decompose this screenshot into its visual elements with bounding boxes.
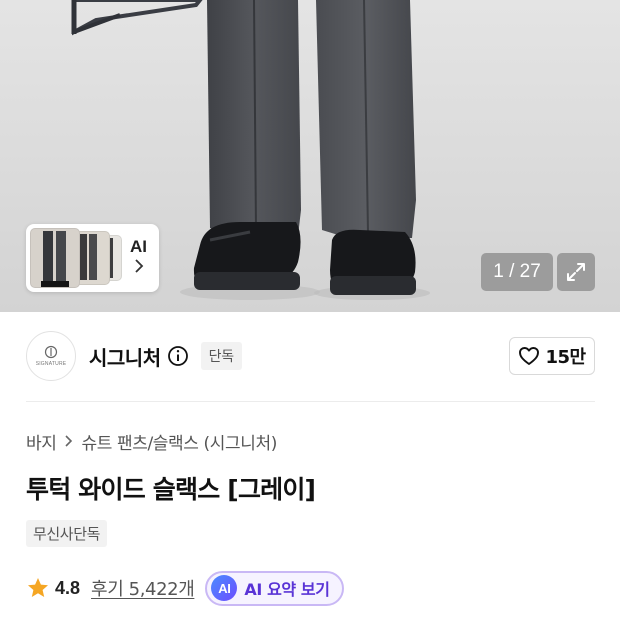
thumbnail-stack (30, 228, 122, 288)
expand-button[interactable] (557, 253, 595, 291)
breadcrumb-item-category[interactable]: 바지 (26, 429, 57, 454)
chevron-right-icon (64, 434, 73, 448)
like-button[interactable]: 15만 (509, 337, 595, 375)
breadcrumb: 바지 슈트 팬츠/슬랙스 (시그니처) (26, 429, 277, 454)
ai-badge-icon: AI (211, 575, 238, 601)
divider (26, 401, 595, 402)
star-icon (28, 578, 48, 597)
review-count-link[interactable]: 후기 5,422개 (91, 575, 195, 601)
brand-logo[interactable]: SIGNATURE (26, 331, 76, 381)
product-title: 투턱 와이드 슬랙스 [그레이] (26, 475, 316, 504)
ai-image-thumbnail-button[interactable]: AI (26, 224, 159, 292)
ai-summary-label: AI 요약 보기 (244, 580, 330, 599)
thumbnail-image (30, 228, 80, 288)
brand-logo-text: SIGNATURE (35, 361, 67, 367)
rating-score: 4.8 (55, 577, 81, 598)
brand-row: SIGNATURE 시그니처 단독 15만 (26, 330, 595, 382)
like-count: 15만 (545, 347, 586, 368)
brand-logo-mark-icon (44, 345, 58, 359)
ai-summary-button[interactable]: AI AI 요약 보기 (205, 570, 344, 606)
image-counter: 1 / 27 (481, 253, 553, 291)
exclusive-badge: 단독 (200, 342, 242, 370)
brand-name[interactable]: 시그니처 (89, 342, 161, 371)
expand-icon (567, 263, 585, 281)
chevron-right-icon (134, 259, 144, 279)
heart-outline-icon (519, 347, 540, 365)
rating-row: 4.8 후기 5,422개 AI AI 요약 보기 (26, 570, 344, 606)
store-exclusive-tag: 무신사단독 (26, 520, 108, 547)
breadcrumb-item-subcategory[interactable]: 슈트 팬츠/슬랙스 (시그니처) (81, 429, 277, 454)
product-image-gallery[interactable]: AI 1 / 27 (0, 0, 620, 312)
info-icon[interactable] (167, 345, 189, 367)
thumbnail-ai-label: AI (130, 237, 147, 256)
